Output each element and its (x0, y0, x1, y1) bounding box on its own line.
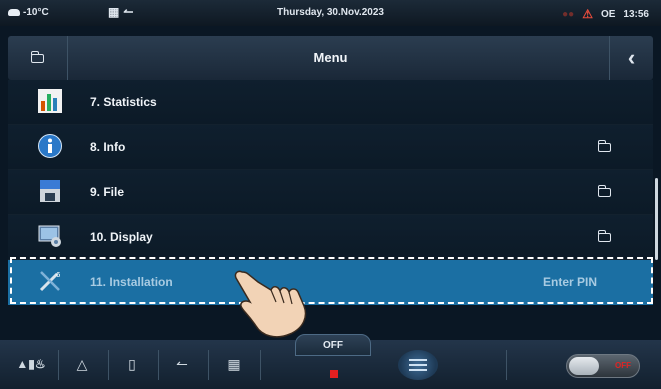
menu-item-file[interactable]: 9. File (8, 170, 653, 215)
scrollbar[interactable] (655, 178, 658, 260)
back-button[interactable]: ‹ (609, 36, 653, 80)
menu-line (409, 369, 427, 371)
boiler-button[interactable]: ▯ (112, 348, 152, 380)
tap-icon: ↼ (176, 355, 188, 372)
folder-icon (597, 230, 611, 242)
divider (208, 350, 209, 380)
selection-highlight (10, 257, 653, 304)
divider (108, 350, 109, 380)
warning-icon: ⚠ (582, 7, 593, 21)
menu-item-label: 9. File (90, 185, 125, 199)
system-status-button[interactable]: ▲▮♨ (6, 348, 56, 380)
folder-icon (597, 185, 611, 197)
system-status-icon: ▲▮♨ (16, 357, 46, 371)
info-icon (38, 134, 62, 158)
folder-icon (597, 140, 611, 152)
heating-button[interactable]: ▦ (214, 348, 254, 380)
divider (506, 350, 507, 380)
file-icon (40, 180, 60, 202)
flame-button[interactable]: △ (62, 348, 102, 380)
pointing-hand-icon (234, 270, 307, 338)
menu-item-statistics[interactable]: 7. Statistics (8, 80, 653, 125)
divider (58, 350, 59, 380)
menu-item-label: 10. Display (90, 230, 153, 244)
menu-item-label: 7. Statistics (90, 95, 157, 109)
display-icon (38, 225, 61, 247)
menu-header: Menu ‹ (8, 36, 653, 80)
alarm-dim-icon: ●● (562, 8, 575, 20)
toggle-off-label: OFF (615, 361, 631, 370)
clock: 13:56 (623, 8, 649, 20)
boiler-icon: ▯ (128, 355, 136, 372)
flame-icon: △ (76, 355, 88, 372)
off-status-indicator (330, 370, 338, 378)
power-toggle[interactable]: OFF (566, 354, 640, 378)
page-title: Menu (313, 50, 348, 65)
tap-button[interactable]: ↼ (162, 348, 202, 380)
status-bar: -10°C ▦ ↼ Thursday, 30.Nov.2023 ●● ⚠ OE … (0, 0, 661, 26)
menu-line (409, 364, 427, 366)
statistics-icon (38, 89, 62, 113)
divider (260, 350, 261, 380)
menu-item-label: 8. Info (90, 140, 126, 154)
menu-item-info[interactable]: 8. Info (8, 125, 653, 170)
menu-line (409, 359, 427, 361)
chevron-left-icon: ‹ (627, 45, 636, 70)
divider (158, 350, 159, 380)
menu-item-display[interactable]: 10. Display (8, 215, 653, 260)
main-menu-button[interactable] (398, 350, 438, 380)
status-right: ●● ⚠ OE 13:56 (562, 7, 649, 21)
off-tab[interactable]: OFF (295, 334, 371, 356)
radiator-icon: ▦ (227, 355, 241, 372)
mode-indicator: OE (600, 8, 616, 20)
toggle-knob (569, 357, 599, 375)
